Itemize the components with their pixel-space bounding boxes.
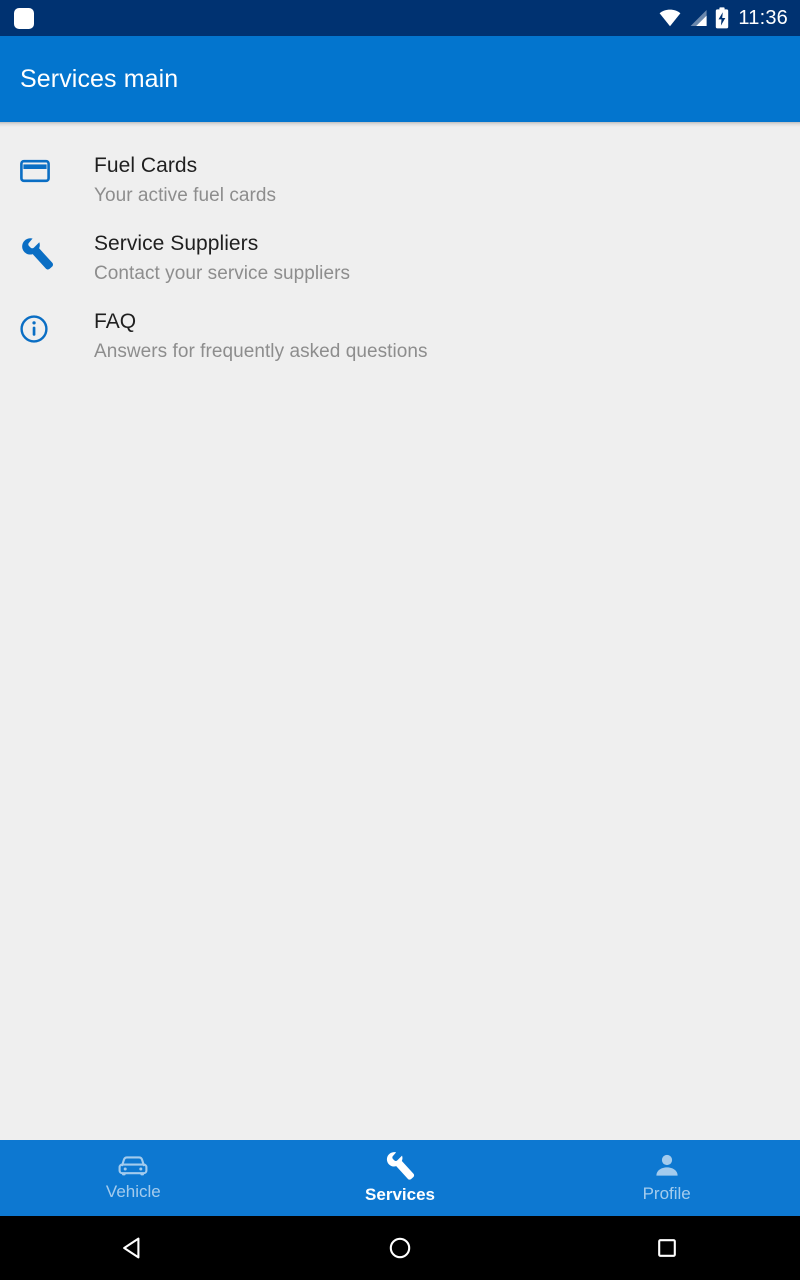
page-title: Services main: [20, 64, 179, 93]
nav-item-services[interactable]: Services: [267, 1140, 534, 1216]
list-item-subtitle: Your active fuel cards: [94, 185, 277, 206]
nav-item-profile[interactable]: Profile: [533, 1140, 800, 1216]
services-list: Fuel Cards Your active fuel cards Servic…: [0, 127, 800, 1140]
bottom-navigation: Vehicle Services Profile: [0, 1140, 800, 1216]
credit-card-icon: [0, 151, 94, 183]
nav-item-vehicle[interactable]: Vehicle: [0, 1140, 267, 1216]
wrench-icon: [385, 1151, 415, 1181]
info-circle-icon: [0, 307, 94, 343]
nav-item-label: Vehicle: [105, 1182, 161, 1201]
list-item-subtitle: Answers for frequently asked questions: [94, 341, 428, 362]
person-icon: [653, 1152, 681, 1180]
status-bar-left: [14, 7, 34, 29]
wrench-icon: [0, 229, 94, 271]
recents-square-icon[interactable]: [533, 1216, 800, 1280]
list-item-title: Service Suppliers: [94, 232, 259, 255]
list-item-title: Fuel Cards: [94, 154, 198, 177]
nav-item-label: Services: [365, 1185, 435, 1204]
notification-dot-icon: [14, 7, 34, 29]
list-item-subtitle: Contact your service suppliers: [94, 263, 350, 284]
battery-charging-icon: [715, 7, 729, 29]
list-item-text: FAQ Answers for frequently asked questio…: [94, 307, 428, 365]
status-bar-clock: 11:36: [738, 7, 788, 29]
list-item-service-suppliers[interactable]: Service Suppliers Contact your service s…: [0, 219, 800, 297]
car-icon: [117, 1154, 149, 1178]
android-system-navigation-bar: [0, 1216, 800, 1280]
list-item-text: Fuel Cards Your active fuel cards: [94, 151, 276, 209]
list-item-fuel-cards[interactable]: Fuel Cards Your active fuel cards: [0, 141, 800, 219]
phone-screen: 11:36 Services main Fuel Cards Your acti…: [0, 0, 800, 1280]
nav-item-label: Profile: [642, 1184, 691, 1203]
list-item-faq[interactable]: FAQ Answers for frequently asked questio…: [0, 297, 800, 375]
wifi-icon: [659, 9, 681, 27]
cellular-signal-icon: [688, 9, 708, 27]
list-item-text: Service Suppliers Contact your service s…: [94, 229, 350, 287]
status-bar-right: 11:36: [659, 7, 788, 29]
status-bar: 11:36: [0, 0, 800, 36]
app-bar: Services main: [0, 36, 800, 122]
home-circle-icon[interactable]: [267, 1216, 534, 1280]
list-item-title: FAQ: [94, 310, 137, 333]
back-triangle-icon[interactable]: [0, 1216, 267, 1280]
